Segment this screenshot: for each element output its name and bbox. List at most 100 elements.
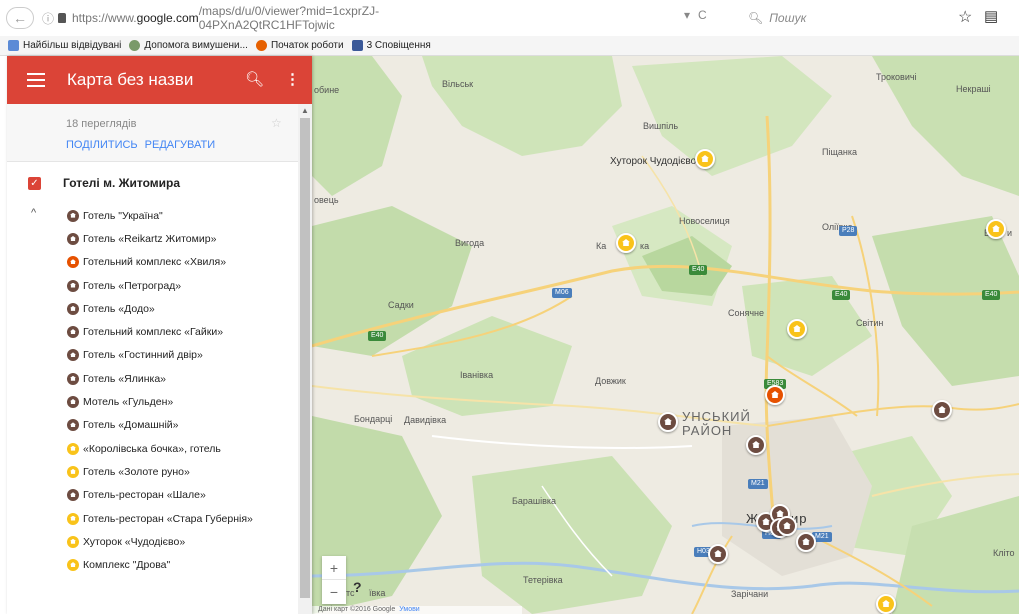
map-label: Вигода	[455, 238, 485, 248]
hotel-pin-icon	[67, 442, 79, 455]
hotel-pin-icon	[67, 419, 79, 432]
browser-search-field[interactable]: 🔍︎ Пошук	[748, 7, 938, 29]
map-label: Довжик	[595, 376, 626, 386]
pegman-icon[interactable]: ?	[353, 579, 362, 595]
road-shield: E40	[368, 331, 387, 341]
hotel-marker-domashnii[interactable]	[777, 516, 797, 536]
map-label-district: УНСЬКИЙ	[682, 409, 751, 424]
map-label: Вільськ	[442, 79, 474, 89]
star-icon[interactable]: ☆	[271, 116, 282, 130]
list-item[interactable]: Готель "Україна"	[67, 204, 253, 227]
map-label: Троковичі	[876, 72, 917, 82]
bookmark-help[interactable]: Допомога вимушени...	[129, 40, 248, 51]
road-shield: P28	[839, 226, 858, 236]
list-item[interactable]: Готель «Reikartz Житомир»	[67, 227, 253, 250]
map-label: Світин	[856, 318, 884, 328]
lock-icon	[58, 13, 66, 23]
more-vert-icon[interactable]: ⋮	[285, 70, 300, 88]
list-item[interactable]: Готель-ресторан «Шале»	[67, 484, 253, 507]
hotel-marker-zolote-runo[interactable]	[986, 219, 1006, 239]
scroll-thumb[interactable]	[300, 118, 310, 598]
bookmark-most-visited[interactable]: Найбільш відвідувані	[8, 40, 121, 51]
hotel-marker-khvylia[interactable]	[765, 385, 785, 405]
hotel-marker-khutorok[interactable]	[695, 149, 715, 169]
terms-link[interactable]: Умови	[399, 606, 419, 613]
map-canvas[interactable]: Вільськ Троковичі Некраші Вишпіль Піщанк…	[312, 56, 1019, 614]
zoom-out-button[interactable]: −	[322, 580, 346, 604]
zoom-in-button[interactable]: +	[322, 556, 346, 580]
map-actions: ПОДІЛИТИСЬ РЕДАГУВАТИ	[66, 139, 312, 151]
map-label: Давидівка	[404, 415, 447, 425]
hotel-marker-yalynka[interactable]	[932, 400, 952, 420]
hotel-marker-hostynnyi-dvir[interactable]	[746, 435, 766, 455]
library-icon[interactable]: ▤	[984, 7, 998, 25]
list-item[interactable]: Готельний комплекс «Гайки»	[67, 320, 253, 343]
hotel-pin-icon	[67, 372, 79, 385]
map-label: Новоселиця	[679, 216, 730, 226]
hotel-pin-icon	[67, 302, 79, 315]
road-shield: E40	[982, 290, 1001, 300]
map-label: Іванівка	[460, 370, 494, 380]
chevron-up-icon[interactable]: ^	[31, 207, 36, 219]
map-title[interactable]: Карта без назви	[67, 70, 193, 90]
back-button[interactable]: ←	[6, 7, 34, 29]
hotel-pin-icon	[67, 256, 79, 269]
list-item[interactable]: Готель «Золоте руно»	[67, 460, 253, 483]
map-label: Ка	[596, 241, 607, 251]
panel-scrollbar[interactable]: ▲	[298, 104, 312, 614]
layer-header[interactable]: ✓ Готелі м. Житомира	[7, 170, 297, 196]
hamburger-menu-icon[interactable]	[27, 73, 45, 87]
list-item[interactable]: Готель «Домашній»	[67, 414, 253, 437]
url-tools: ▾ C	[684, 8, 715, 22]
hotel-marker-shale[interactable]	[616, 233, 636, 253]
map-attribution: Дані карт ©2016 Google Умови	[312, 606, 522, 614]
list-item[interactable]: Мотель «Гульден»	[67, 390, 253, 413]
list-item[interactable]: Готель «Ялинка»	[67, 367, 253, 390]
hotel-marker-gulden[interactable]	[708, 544, 728, 564]
map-label: ка	[640, 241, 650, 251]
hotel-pin-icon	[67, 559, 79, 572]
road-shield: E40	[689, 265, 708, 275]
list-item[interactable]: Готель «Петроград»	[67, 274, 253, 297]
hotel-pin-icon	[67, 279, 79, 292]
hotel-marker-stara-hubernia[interactable]	[876, 594, 896, 614]
list-item[interactable]: Комплекс "Дрова"	[67, 553, 253, 576]
share-button[interactable]: ПОДІЛИТИСЬ	[66, 139, 138, 151]
map-label: Некраші	[956, 84, 991, 94]
bookmark-getting-started[interactable]: Початок роботи	[255, 40, 344, 51]
map-meta: 18 переглядів ПОДІЛИТИСЬ РЕДАГУВАТИ ☆	[7, 104, 312, 162]
url-field[interactable]: ⓘ https://www. google.com/maps/d/u/0/view…	[38, 4, 478, 32]
firefox-icon	[255, 40, 267, 51]
list-item[interactable]: «Королівська бочка», готель	[67, 437, 253, 460]
map-label: Бондарці	[354, 414, 393, 424]
road-shield: M21	[748, 479, 768, 489]
dropdown-icon[interactable]: ▾	[684, 8, 690, 22]
list-item[interactable]: Хуторок «Чудодієво»	[67, 530, 253, 553]
edit-button[interactable]: РЕДАГУВАТИ	[145, 139, 215, 151]
address-bar: ← ⓘ https://www. google.com/maps/d/u/0/vi…	[0, 0, 1019, 36]
list-item[interactable]: Готель «Додо»	[67, 297, 253, 320]
hotel-marker-dodo[interactable]	[796, 532, 816, 552]
panel-header: Карта без назви 🔍︎ ⋮	[7, 56, 312, 104]
bookmark-notifications[interactable]: 3 Сповіщення	[351, 40, 431, 51]
hotel-marker-korolivska-bochka[interactable]	[787, 319, 807, 339]
back-arrow-icon: ←	[13, 10, 27, 26]
bookmark-star-icon[interactable]: ☆	[958, 7, 972, 27]
layer-checkbox[interactable]: ✓	[28, 176, 41, 190]
bookmark-folder-icon	[8, 40, 19, 51]
search-icon[interactable]: 🔍︎	[245, 70, 264, 88]
map-label: Тетерівка	[523, 575, 563, 585]
list-item[interactable]: Готель-ресторан «Стара Губернія»	[67, 507, 253, 530]
url-path: /maps/d/u/0/viewer?mid=1cxprZJ-04PXnA2Qt…	[198, 4, 380, 32]
url-host: google.com	[136, 11, 199, 25]
list-item[interactable]: Готельний комплекс «Хвиля»	[67, 251, 253, 274]
map-label: Кліто	[993, 548, 1015, 558]
list-item[interactable]: Готель «Гостинний двір»	[67, 344, 253, 367]
reload-icon[interactable]: C	[698, 8, 707, 22]
map-label: обине	[314, 85, 340, 95]
hotel-pin-icon	[67, 349, 79, 362]
globe-icon	[129, 40, 141, 51]
facebook-icon	[351, 40, 363, 51]
hotel-marker-haiky[interactable]	[658, 412, 678, 432]
scroll-up-icon[interactable]: ▲	[301, 106, 309, 115]
